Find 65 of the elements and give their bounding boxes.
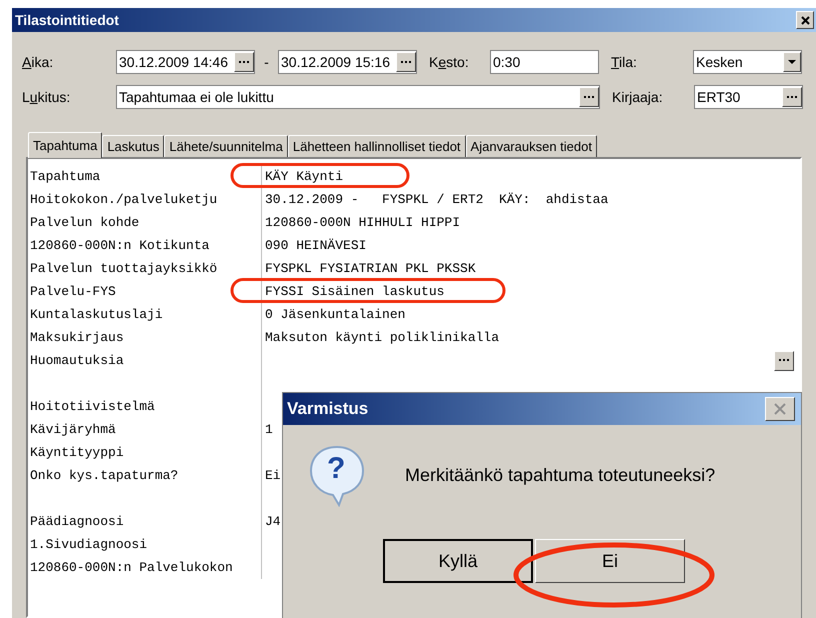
ellipsis-button[interactable] bbox=[396, 52, 416, 72]
row-value: FYSPKL FYSIATRIAN PKL PKSSK bbox=[265, 261, 476, 276]
ellipsis-button[interactable] bbox=[774, 350, 794, 370]
row-label: Kävijäryhmä bbox=[30, 420, 116, 439]
row-label: 1.Sivudiagnoosi bbox=[30, 536, 148, 554]
row-label: Hoitotiivistelmä bbox=[30, 398, 155, 416]
ellipsis-icon bbox=[787, 96, 797, 98]
dropdown-arrow-button[interactable] bbox=[783, 52, 801, 72]
dialog-button[interactable]: Kyllä bbox=[383, 539, 533, 583]
ellipsis-icon bbox=[779, 359, 789, 362]
state-dropdown[interactable]: Kesken bbox=[693, 50, 802, 74]
row-label: Hoitokokon./palveluketju bbox=[30, 190, 218, 209]
field-label: Tila: bbox=[611, 52, 638, 72]
tab[interactable]: Lähetteen hallinnolliset tiedot bbox=[288, 135, 466, 157]
ellipsis-icon bbox=[401, 60, 411, 64]
tab[interactable]: Ajanvarauksen tiedot bbox=[466, 135, 597, 157]
row-value: KÄY Käynti bbox=[265, 169, 344, 184]
close-button[interactable] bbox=[765, 397, 795, 421]
dialog-title: Varmistus bbox=[287, 398, 368, 420]
ellipsis-icon bbox=[584, 96, 594, 98]
row-value: J4 bbox=[265, 514, 281, 529]
window-title: Tilastointitiedot bbox=[15, 10, 119, 30]
row-label: Palvelun tuottajayksikkö bbox=[30, 260, 218, 278]
tab[interactable]: Tapahtuma bbox=[28, 132, 102, 158]
row-label: Päädiagnoosi bbox=[30, 512, 124, 531]
row-label: 120860-000N:n Kotikunta bbox=[30, 236, 210, 255]
input-field[interactable]: 30.12.2009 14:46 bbox=[116, 50, 255, 74]
row-value: 30.12.2009 - FYSPKL / ERT2 KÄY: ahdistaa bbox=[265, 192, 608, 207]
tab[interactable]: Lähete/suunnitelma bbox=[164, 135, 288, 157]
field-label: Kesto: bbox=[429, 52, 470, 72]
row-value: FYSSI Sisäinen laskutus bbox=[265, 284, 444, 299]
row-label: Tapahtuma bbox=[30, 168, 100, 186]
row-label: Käyntityyppi bbox=[30, 444, 124, 462]
ellipsis-button[interactable] bbox=[234, 52, 254, 72]
field-label: Lukitus: bbox=[22, 88, 72, 106]
row-value: 090 HEINÄVESI bbox=[265, 238, 366, 253]
row-value: 0 Jäsenkuntalainen bbox=[265, 307, 406, 322]
row-value: 1 bbox=[265, 422, 273, 437]
range-separator: - bbox=[263, 52, 270, 72]
field-label: Kirjaaja: bbox=[612, 88, 664, 107]
caret-icon bbox=[788, 60, 796, 64]
row-label: Kuntalaskutuslaji bbox=[30, 306, 163, 324]
row-value: Ei bbox=[265, 468, 281, 483]
tab[interactable]: Laskutus bbox=[102, 135, 164, 157]
close-icon bbox=[773, 402, 787, 416]
close-button[interactable] bbox=[796, 11, 814, 29]
input-field[interactable]: 30.12.2009 15:16 bbox=[278, 50, 417, 74]
row-value: 120860-000N HIHHULI HIPPI bbox=[265, 215, 460, 230]
input-field[interactable]: ERT30 bbox=[694, 85, 803, 109]
question-mark: ? bbox=[327, 451, 346, 487]
ellipsis-icon bbox=[239, 60, 249, 64]
row-label: 120860-000N:n Palvelukokon bbox=[30, 558, 233, 577]
ellipsis-button[interactable] bbox=[579, 87, 599, 107]
ellipsis-button[interactable] bbox=[782, 87, 802, 107]
row-label: Maksukirjaus bbox=[30, 328, 124, 347]
input-field[interactable]: Tapahtumaa ei ole lukittu bbox=[116, 85, 600, 109]
row-label: Huomautuksia bbox=[30, 352, 124, 370]
dialog-message: Merkitäänkö tapahtuma toteutuneeksi? bbox=[405, 464, 716, 487]
row-label: Palvelun kohde bbox=[30, 214, 140, 232]
field-label: Aika: bbox=[22, 52, 54, 72]
row-label: Palvelu-FYS bbox=[30, 282, 116, 301]
row-value: Maksuton käynti poliklinikalla bbox=[265, 330, 500, 345]
close-icon bbox=[800, 16, 810, 24]
input-field[interactable]: 0:30 bbox=[490, 50, 599, 74]
row-label: Onko kys.tapaturma? bbox=[30, 466, 178, 485]
